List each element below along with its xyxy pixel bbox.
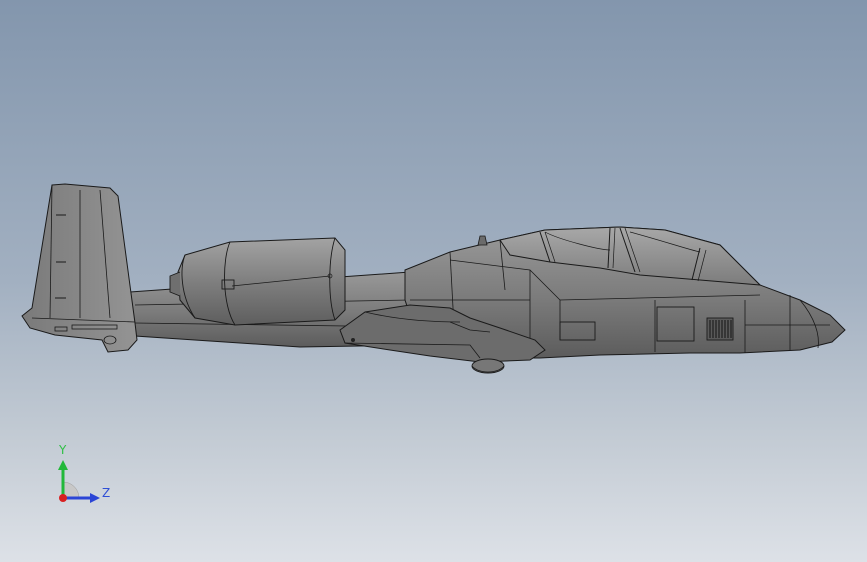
triad-z-label: Z (102, 486, 111, 500)
engine-nacelle (169, 237, 346, 326)
graphics-viewport[interactable]: Y Z (0, 0, 867, 562)
aircraft-model[interactable] (0, 0, 867, 562)
vent-grille (706, 317, 734, 341)
triad-y-label: Y (59, 443, 67, 457)
vertical-tail (21, 183, 138, 353)
